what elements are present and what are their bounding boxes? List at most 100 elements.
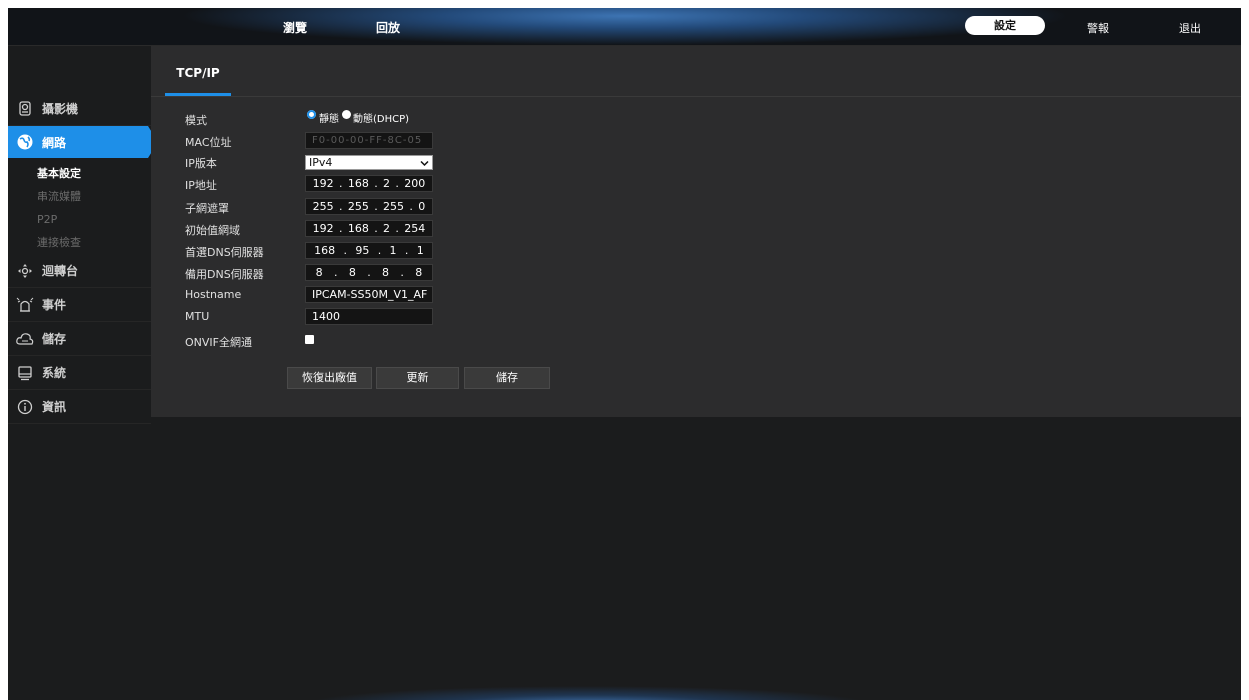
sidebar-item-system[interactable]: 系統 — [8, 356, 151, 390]
sidebar-item-info[interactable]: 資訊 — [8, 390, 151, 424]
secondary-dns-label: 備用DNS伺服器 — [185, 268, 264, 281]
mode-label: 模式 — [185, 114, 207, 127]
camera-icon — [16, 100, 34, 118]
sidebar-item-label: 資訊 — [42, 400, 67, 414]
onvif-label: ONVIF全網通 — [185, 336, 252, 349]
ip-dot: . — [339, 200, 343, 213]
ip-dot: . — [334, 266, 338, 279]
mode-dhcp-radio[interactable] — [342, 110, 351, 119]
sidebar-item-label: 事件 — [42, 298, 67, 312]
ip-dot: . — [374, 200, 378, 213]
ip-octet[interactable]: 254 — [404, 221, 425, 236]
ip-dot: . — [395, 222, 399, 235]
sidebar-item-label: 迴轉台 — [42, 264, 79, 278]
mode-dhcp-label: 動態(DHCP) — [353, 114, 410, 125]
gateway-field[interactable]: 192. 168. 2. 254 — [305, 220, 433, 237]
sidebar-item-storage[interactable]: 儲存 — [8, 322, 151, 356]
ip-dot: . — [409, 200, 413, 213]
nav-alarm[interactable]: 警報 — [1087, 20, 1109, 36]
info-icon — [16, 398, 34, 416]
ip-version-value: IPv4 — [309, 156, 333, 169]
subnav-basic-settings[interactable]: 基本設定 — [8, 162, 151, 185]
sidebar-item-label: 儲存 — [42, 332, 67, 346]
mode-static-label: 靜態 — [319, 114, 339, 125]
network-globe-icon — [16, 133, 34, 151]
hostname-field[interactable]: IPCAM-SS50M_V1_AF — [305, 286, 433, 303]
primary-dns-field[interactable]: 168. 95. 1. 1 — [305, 242, 433, 259]
ip-dot: . — [343, 244, 348, 257]
mtu-field[interactable]: 1400 — [305, 308, 433, 325]
ip-octet[interactable]: 168 — [314, 243, 335, 258]
ip-dot: . — [395, 177, 399, 190]
subnav-connection-check[interactable]: 連接檢查 — [8, 231, 151, 254]
ip-octet[interactable]: 168 — [348, 176, 369, 191]
app-window: 瀏覽 回放 設定 警報 退出 攝影機 網路 基本設定 串流媒體 P2P 連接檢查… — [8, 8, 1241, 700]
ip-octet[interactable]: 255 — [383, 199, 404, 214]
ip-dot: . — [374, 177, 378, 190]
mode-static-radio[interactable] — [307, 110, 316, 119]
sidebar-item-label: 網路 — [42, 135, 67, 150]
ip-address-field[interactable]: 192. 168. 2. 200 — [305, 175, 433, 192]
ip-version-select[interactable]: IPv4 — [305, 155, 433, 170]
bottom-glow-decoration — [308, 678, 868, 700]
nav-settings[interactable]: 設定 — [965, 16, 1045, 35]
nav-logout[interactable]: 退出 — [1179, 20, 1201, 36]
ip-dot: . — [339, 222, 343, 235]
mac-label: MAC位址 — [185, 136, 232, 149]
nav-live-view[interactable]: 瀏覽 — [283, 19, 307, 36]
subnet-mask-field[interactable]: 255. 255. 255. 0 — [305, 198, 433, 215]
ip-octet[interactable]: 95 — [355, 243, 369, 258]
event-alarm-icon — [16, 296, 34, 314]
secondary-dns-field[interactable]: 8. 8. 8. 8 — [305, 264, 433, 281]
ip-octet[interactable]: 1 — [417, 243, 424, 258]
ip-dot: . — [404, 244, 409, 257]
top-nav-bar: 瀏覽 回放 設定 警報 退出 — [8, 8, 1241, 46]
subnav-streaming[interactable]: 串流媒體 — [8, 185, 151, 208]
ip-octet[interactable]: 8 — [415, 265, 422, 280]
ip-octet[interactable]: 255 — [313, 199, 334, 214]
onvif-checkbox[interactable] — [305, 335, 314, 344]
subnav-p2p[interactable]: P2P — [8, 208, 151, 231]
ip-dot: . — [339, 177, 343, 190]
ip-octet[interactable]: 8 — [382, 265, 389, 280]
ip-octet[interactable]: 1 — [390, 243, 397, 258]
ip-octet[interactable]: 192 — [313, 176, 334, 191]
ip-octet[interactable]: 200 — [404, 176, 425, 191]
tab-tcp-ip[interactable]: TCP/IP — [165, 56, 231, 96]
ip-octet[interactable]: 2 — [383, 176, 390, 191]
ip-octet[interactable]: 8 — [349, 265, 356, 280]
tab-divider — [151, 96, 1241, 97]
primary-dns-label: 首選DNS伺服器 — [185, 246, 264, 259]
ip-address-label: IP地址 — [185, 179, 217, 192]
refresh-button[interactable]: 更新 — [376, 367, 459, 389]
ip-octet[interactable]: 255 — [348, 199, 369, 214]
sidebar-item-network[interactable]: 網路 — [8, 126, 158, 158]
sidebar-item-event[interactable]: 事件 — [8, 288, 151, 322]
mtu-label: MTU — [185, 310, 210, 323]
hostname-label: Hostname — [185, 288, 242, 301]
sidebar-item-camera[interactable]: 攝影機 — [8, 92, 151, 126]
subnet-mask-label: 子網遮罩 — [185, 202, 229, 215]
ip-version-label: IP版本 — [185, 157, 217, 170]
reset-factory-button[interactable]: 恢復出廠值 — [287, 367, 372, 389]
save-button[interactable]: 儲存 — [464, 367, 550, 389]
ptz-icon — [16, 262, 34, 280]
cloud-storage-icon — [16, 330, 34, 348]
ip-octet[interactable]: 2 — [383, 221, 390, 236]
ip-dot: . — [367, 266, 371, 279]
sidebar: 攝影機 網路 基本設定 串流媒體 P2P 連接檢查 迴轉台 事件 儲存 系統 資… — [8, 58, 158, 424]
ip-dot: . — [377, 244, 382, 257]
system-monitor-icon — [16, 364, 34, 382]
sidebar-item-ptz[interactable]: 迴轉台 — [8, 254, 151, 288]
ip-dot: . — [374, 222, 378, 235]
ip-octet[interactable]: 0 — [418, 199, 425, 214]
ip-octet[interactable]: 192 — [313, 221, 334, 236]
chevron-down-icon — [420, 156, 429, 173]
ip-octet[interactable]: 8 — [316, 265, 323, 280]
ip-octet[interactable]: 168 — [348, 221, 369, 236]
mac-field: F0-00-00-FF-8C-05 — [305, 132, 433, 149]
sidebar-item-label: 攝影機 — [42, 102, 79, 116]
sidebar-item-label: 系統 — [42, 366, 67, 380]
nav-playback[interactable]: 回放 — [376, 19, 400, 36]
ip-dot: . — [400, 266, 404, 279]
